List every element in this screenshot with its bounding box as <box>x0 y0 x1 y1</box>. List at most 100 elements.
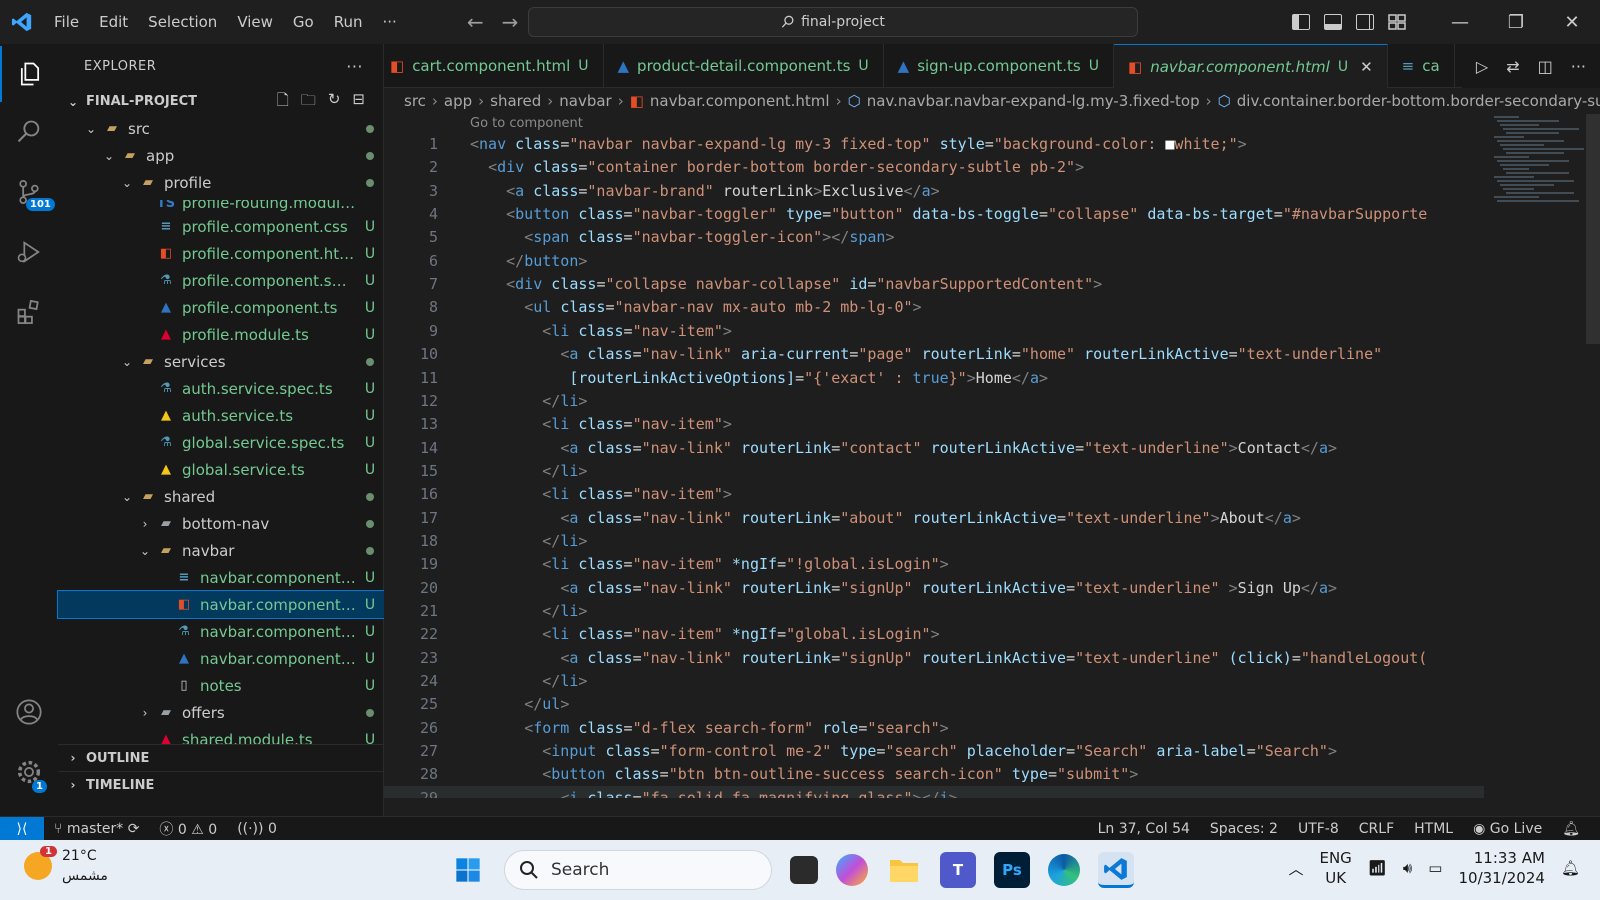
tree-file[interactable]: ⚗ profile.component.spec.ts U <box>58 267 384 294</box>
run-debug-icon[interactable] <box>0 224 58 280</box>
tab-cart.component.html[interactable]: ◧ cart.component.html U <box>384 44 604 88</box>
tree-folder-bottom-nav[interactable]: › ▰ bottom-nav <box>58 510 384 537</box>
windows-start-icon[interactable] <box>450 852 486 888</box>
code-line[interactable]: 29 <i class="fa-solid fa-magnifying-glas… <box>384 785 1484 798</box>
minimize-button[interactable]: — <box>1432 0 1488 44</box>
code-line[interactable]: 28 <button class="btn btn-outline-succes… <box>384 762 1484 786</box>
code-line[interactable]: 2 <div class="container border-bottom bo… <box>384 155 1484 179</box>
tab-product-detail.component.ts[interactable]: ▲ product-detail.component.ts U <box>604 44 884 88</box>
source-control-icon[interactable]: 101 <box>0 164 58 220</box>
tree-file[interactable]: ≡ navbar.component.css U <box>58 564 384 591</box>
encoding[interactable]: UTF-8 <box>1288 821 1349 837</box>
tab-sign-up.component.ts[interactable]: ▲ sign-up.component.ts U <box>884 44 1114 88</box>
edge-icon[interactable] <box>1048 854 1080 886</box>
codelens-go-to-component[interactable]: Go to component <box>470 116 583 131</box>
volume-icon[interactable]: 🔊︎ <box>1403 859 1412 877</box>
code-line[interactable]: 19 <li class="nav-item" *ngIf="!global.i… <box>384 552 1484 576</box>
breadcrumb-item[interactable]: src <box>404 92 426 110</box>
code-line[interactable]: 22 <li class="nav-item" *ngIf="global.is… <box>384 622 1484 646</box>
breadcrumb-item[interactable]: app <box>444 92 472 110</box>
tree-folder-navbar[interactable]: ⌄ ▰ navbar <box>58 537 384 564</box>
code-line[interactable]: 5 <span class="navbar-toggler-icon"></sp… <box>384 225 1484 249</box>
tree-file[interactable]: ▲ navbar.component.ts U <box>58 645 384 672</box>
tree-file[interactable]: ▯ notes U <box>58 672 384 699</box>
tree-file[interactable]: ≡ profile.component.css U <box>58 213 384 240</box>
tree-folder-services[interactable]: ⌄ ▰ services <box>58 348 384 375</box>
copilot-icon[interactable] <box>836 854 868 886</box>
code-line[interactable]: 4 <button class="navbar-toggler" type="b… <box>384 202 1484 226</box>
code-line[interactable]: 1 <nav class="navbar navbar-expand-lg my-… <box>384 132 1484 156</box>
tree-folder-shared[interactable]: ⌄ ▰ shared <box>58 483 384 510</box>
code-line[interactable]: 14 <a class="nav-link" routerLink="conta… <box>384 436 1484 460</box>
language-indicator[interactable]: ENG UK <box>1319 848 1351 888</box>
tree-file[interactable]: TS profile-routing.module.ts <box>58 200 384 212</box>
restore-button[interactable]: ❐ <box>1488 0 1544 44</box>
back-arrow-icon[interactable]: ← <box>467 10 484 34</box>
language-mode[interactable]: HTML <box>1404 821 1463 837</box>
split-editor-icon[interactable]: ◫ <box>1538 57 1553 76</box>
taskbar-search[interactable]: Search <box>504 850 772 890</box>
menu-item[interactable]: Selection <box>138 0 227 44</box>
explorer-icon[interactable] <box>0 46 58 102</box>
tab-navbar.component.html[interactable]: ◧ navbar.component.html U ✕ <box>1114 44 1388 88</box>
tree-folder-profile[interactable]: ⌄ ▰ profile <box>58 169 384 196</box>
code-line[interactable]: 9 <li class="nav-item"> <box>384 319 1484 343</box>
forward-arrow-icon[interactable]: → <box>502 10 519 34</box>
menu-item[interactable]: Go <box>283 0 324 44</box>
code-line[interactable]: 23 <a class="nav-link" routerLink="signU… <box>384 646 1484 670</box>
code-line[interactable]: 7 <div class="collapse navbar-collapse" … <box>384 272 1484 296</box>
code-line[interactable]: 6 </button> <box>384 249 1484 273</box>
breadcrumb-item[interactable]: navbar <box>559 92 611 110</box>
code-line[interactable]: 21 </li> <box>384 599 1484 623</box>
end-of-line[interactable]: CRLF <box>1349 821 1404 837</box>
tree-file[interactable]: ▲ profile.component.ts U <box>58 294 384 321</box>
search-icon[interactable] <box>0 104 58 160</box>
task-view-icon[interactable] <box>790 856 818 884</box>
tree-file[interactable]: ▲ global.service.ts U <box>58 456 384 483</box>
timeline-section[interactable]: › TIMELINE <box>58 771 384 798</box>
file-explorer-icon[interactable] <box>886 852 922 888</box>
code-line[interactable]: 10 <a class="nav-link" aria-current="pag… <box>384 342 1484 366</box>
command-center[interactable]: final-project <box>528 7 1138 37</box>
customize-layout-icon[interactable] <box>1388 14 1406 30</box>
accounts-icon[interactable] <box>0 684 58 740</box>
code-line[interactable]: 3 <a class="navbar-brand" routerLink>Exc… <box>384 179 1484 203</box>
breadcrumb-item[interactable]: navbar.component.html <box>650 92 830 110</box>
minimap[interactable] <box>1494 114 1586 204</box>
extensions-icon[interactable] <box>0 284 58 340</box>
cursor-position[interactable]: Ln 37, Col 54 <box>1088 821 1200 837</box>
menu-item[interactable]: ··· <box>373 0 407 44</box>
show-hidden-icons-chevron-icon[interactable]: ︿ <box>1288 858 1303 879</box>
editor-scrollbar[interactable] <box>1586 114 1600 344</box>
code-line[interactable]: 24 </li> <box>384 669 1484 693</box>
breadcrumb-item[interactable]: shared <box>490 92 541 110</box>
tree-folder-offers[interactable]: › ▰ offers <box>58 699 384 726</box>
code-line[interactable]: 8 <ul class="navbar-nav mx-auto mb-2 mb-… <box>384 295 1484 319</box>
refresh-icon[interactable]: ↻ <box>328 90 341 115</box>
tree-file[interactable]: ◧ navbar.component.html U <box>57 590 385 619</box>
code-line[interactable]: 25 </ul> <box>384 692 1484 716</box>
toggle-primary-sidebar-icon[interactable] <box>1292 14 1310 30</box>
go-live-button[interactable]: ◉ Go Live <box>1463 821 1552 837</box>
battery-icon[interactable]: ▭ <box>1428 859 1442 877</box>
outline-section[interactable]: › OUTLINE <box>58 744 384 771</box>
code-line[interactable]: 18 </li> <box>384 529 1484 553</box>
vscode-taskbar-icon[interactable] <box>1098 852 1134 888</box>
breadcrumb-item[interactable]: nav.navbar.navbar-expand-lg.my-3.fixed-t… <box>867 92 1200 110</box>
code-line[interactable]: 17 <a class="nav-link" routerLink="about… <box>384 506 1484 530</box>
tree-folder-app[interactable]: ⌄ ▰ app <box>58 142 384 169</box>
branch-indicator[interactable]: ⑂ master* ⟳ <box>44 821 149 837</box>
tree-file[interactable]: ▲ auth.service.ts U <box>58 402 384 429</box>
close-tab-icon[interactable]: ✕ <box>1360 58 1373 76</box>
photoshop-icon[interactable]: Ps <box>994 852 1030 888</box>
tree-folder-src[interactable]: ⌄ ▰ src <box>58 115 384 142</box>
weather-widget[interactable]: 1 21°C مشمس <box>24 846 108 886</box>
remote-indicator-icon[interactable]: ⟩⟨ <box>0 816 44 841</box>
toggle-panel-icon[interactable] <box>1324 14 1342 30</box>
menu-item[interactable]: View <box>227 0 283 44</box>
tree-file[interactable]: ⚗ navbar.component.spe... U <box>58 618 384 645</box>
close-window-button[interactable]: ✕ <box>1544 0 1600 44</box>
manage-gear-icon[interactable]: 1 <box>0 744 58 800</box>
compare-changes-icon[interactable]: ⇄ <box>1506 57 1519 76</box>
tree-file[interactable]: ⚗ auth.service.spec.ts U <box>58 375 384 402</box>
